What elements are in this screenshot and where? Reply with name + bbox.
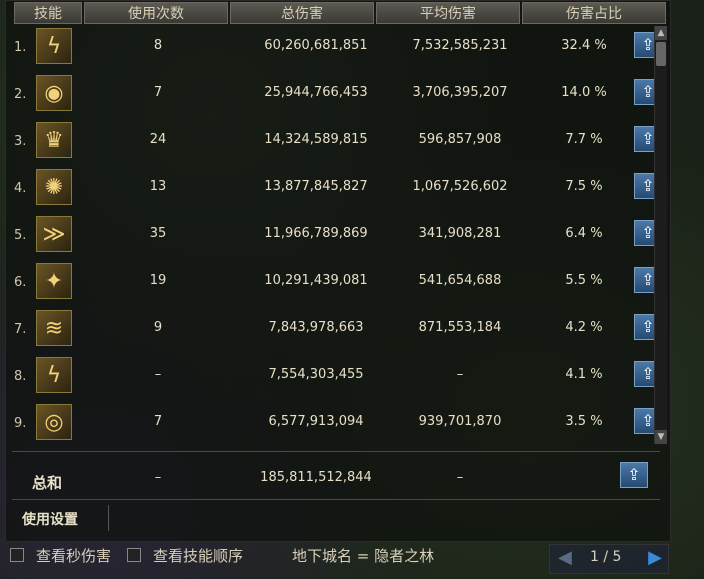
row-uses: 8 [153,38,163,53]
page-indicator: 1 / 5 [590,549,622,565]
dps-checkbox[interactable] [10,548,24,562]
divider [12,499,660,500]
row-total: 6,577,913,094 [268,414,364,429]
row-uses: 9 [153,320,163,335]
row-pct: 32.4 % [561,38,607,53]
dps-checkbox-label[interactable]: 查看秒伤害 [36,545,111,566]
row-index: 5. [14,228,27,243]
row-pct: 4.2 % [565,320,603,335]
row-uses: 24 [149,132,167,147]
skill-order-checkbox-label[interactable]: 查看技能顺序 [153,545,243,566]
row-pct: 7.7 % [565,132,603,147]
skill-claw-icon: ≋ [36,310,72,346]
row-avg: 541,654,688 [418,273,502,288]
skill-ring-icon: ◎ [36,404,72,440]
row-avg: 1,067,526,602 [412,179,508,194]
row-total: 7,554,303,455 [268,367,364,382]
row-uses: 7 [153,414,163,429]
row-index: 7. [14,322,27,337]
row-total: 25,944,766,453 [264,85,368,100]
next-page-icon[interactable]: ▶ [648,548,662,568]
table-row: 4. ✺ 13 13,877,845,827 1,067,526,602 7.5 % ⇪ [14,167,662,211]
row-uses: 19 [149,273,167,288]
row-index: 8. [14,369,27,384]
divider [108,505,109,531]
skill-order-checkbox[interactable] [127,548,141,562]
row-total: 11,966,789,869 [264,226,368,241]
row-avg: 7,532,585,231 [412,38,508,53]
summary-uses: – [154,470,162,485]
row-index: 3. [14,134,27,149]
table-row: 7. ≋ 9 7,843,978,663 871,553,184 4.2 % ⇪ [14,308,662,352]
summary-share-button[interactable]: ⇪ [620,462,648,488]
table-row: 8. ϟ –7,554,303,455–4.1 % ⇪ [14,355,662,399]
table-row: 3. ♛ 24 14,324,589,815 596,857,908 7.7 % ⇪ [14,120,662,164]
row-index: 1. [14,40,27,55]
table-row: 2. ◉ 7 25,944,766,453 3,706,395,207 14.0 % ⇪ [14,73,662,117]
header-avg-damage: 平均伤害 [376,2,520,24]
row-uses: 35 [149,226,167,241]
bottom-bar: 查看秒伤害 查看技能顺序 地下城名 = 隐者之林 ◀ 1 / 5 ▶ [0,544,704,574]
dungeon-name: 地下城名 = 隐者之林 [292,547,435,565]
row-pct: 4.1 % [565,367,603,382]
table-row: 6. ✦ 19 10,291,439,081 541,654,688 5.5 % ⇪ [14,261,662,305]
row-pct: 7.5 % [565,179,603,194]
skill-kick-icon: ✦ [36,263,72,299]
prev-page-icon[interactable]: ◀ [558,548,572,568]
summary-avg: – [456,470,464,485]
summary-total: 185,811,512,844 [260,470,372,485]
table-header: 技能 使用次数 总伤害 平均伤害 伤害占比 [14,2,666,24]
row-avg: 341,908,281 [418,226,502,241]
skill-lightning-icon: ϟ [36,28,72,64]
row-avg: – [456,367,464,382]
header-total-damage: 总伤害 [230,2,374,24]
row-total: 7,843,978,663 [268,320,364,335]
table-row: 9. ◎ 7 6,577,913,094 939,701,870 3.5 % ⇪ [14,402,662,446]
skill-green-lightning-icon: ϟ [36,357,72,393]
skill-burst-icon: ✺ [36,169,72,205]
row-index: 6. [14,275,27,290]
summary-label: 总和 [32,474,63,492]
row-avg: 3,706,395,207 [412,85,508,100]
row-uses: 13 [149,179,167,194]
row-avg: 939,701,870 [418,414,502,429]
row-index: 2. [14,87,27,102]
skill-crown-icon: ♛ [36,122,72,158]
table-row: 1. ϟ 8 60,260,681,851 7,532,585,231 32.4 % ⇪ [14,26,662,70]
row-total: 60,260,681,851 [264,38,368,53]
row-index: 4. [14,181,27,196]
header-uses: 使用次数 [84,2,228,24]
row-uses: 7 [153,85,163,100]
header-skill: 技能 [14,2,82,24]
row-pct: 14.0 % [561,85,607,100]
row-total: 13,877,845,827 [264,179,368,194]
row-total: 10,291,439,081 [264,273,368,288]
row-pct: 3.5 % [565,414,603,429]
skill-slash-icon: ≫ [36,216,72,252]
divider [12,451,660,452]
table-row: 5. ≫ 35 11,966,789,869 341,908,281 6.4 % ⇪ [14,214,662,258]
pager: ◀ 1 / 5 ▶ [549,544,669,574]
scrollbar[interactable]: ▲ ▼ [654,26,667,444]
scroll-thumb[interactable] [656,42,666,66]
row-avg: 871,553,184 [418,320,502,335]
settings-label[interactable]: 使用设置 [22,509,78,529]
row-avg: 596,857,908 [418,132,502,147]
row-uses: – [154,367,162,382]
scroll-down-icon[interactable]: ▼ [655,430,667,444]
scroll-up-icon[interactable]: ▲ [655,26,667,40]
row-total: 14,324,589,815 [264,132,368,147]
skill-eye-icon: ◉ [36,75,72,111]
row-index: 9. [14,416,27,431]
row-pct: 5.5 % [565,273,603,288]
header-damage-pct: 伤害占比 [522,2,666,24]
row-pct: 6.4 % [565,226,603,241]
